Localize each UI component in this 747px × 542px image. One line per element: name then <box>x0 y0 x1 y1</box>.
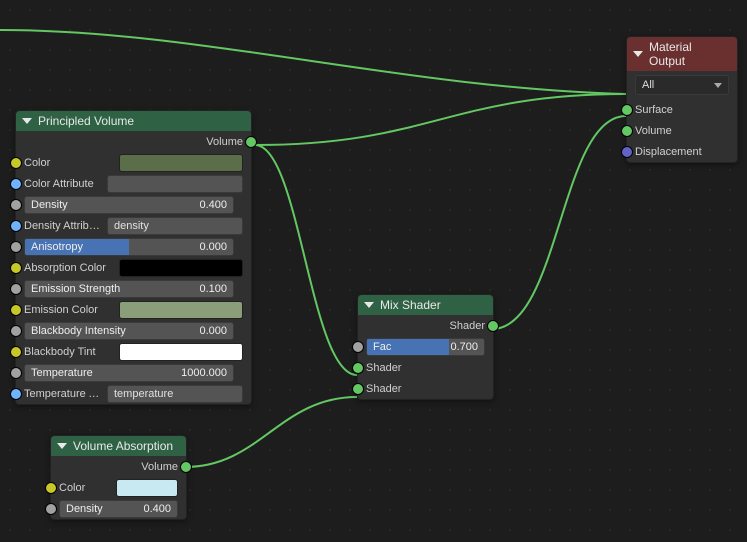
node-title: Volume Absorption <box>73 439 173 453</box>
output-volume: Volume <box>16 131 251 152</box>
node-title: Principled Volume <box>38 114 134 128</box>
input-absorption-color: Absorption Color <box>16 257 251 278</box>
node-header[interactable]: Principled Volume <box>16 111 251 131</box>
dropdown-value: All <box>642 79 654 91</box>
density-slider[interactable]: Density 0.400 <box>24 196 234 214</box>
input-color-attribute: Color Attribute <box>16 173 251 194</box>
input-density: Density 0.400 <box>16 194 251 215</box>
socket-in[interactable] <box>10 220 22 232</box>
text-input[interactable] <box>107 175 243 193</box>
socket-in[interactable] <box>10 367 22 379</box>
node-title: Material Output <box>649 40 731 68</box>
socket-in-volume[interactable] <box>621 125 633 137</box>
socket-in[interactable] <box>45 503 57 515</box>
socket-out-volume[interactable] <box>245 136 257 148</box>
input-shader-1: Shader <box>358 357 493 378</box>
node-material-output[interactable]: Material Output All Surface Volume Displ… <box>626 36 738 163</box>
input-emission-color: Emission Color <box>16 299 251 320</box>
anisotropy-slider[interactable]: Anisotropy 0.000 <box>24 238 234 256</box>
output-shader: Shader <box>358 315 493 336</box>
node-title: Mix Shader <box>380 298 441 312</box>
socket-in-color[interactable] <box>10 157 22 169</box>
blackbody-intensity-slider[interactable]: Blackbody Intensity 0.000 <box>24 322 234 340</box>
chevron-down-icon <box>714 83 722 88</box>
node-header[interactable]: Material Output <box>627 37 737 71</box>
socket-in[interactable] <box>10 346 22 358</box>
socket-in-shader[interactable] <box>352 383 364 395</box>
socket-out-volume[interactable] <box>180 461 192 473</box>
chevron-down-icon[interactable] <box>22 118 32 124</box>
text-input[interactable]: density <box>107 217 243 235</box>
color-swatch[interactable] <box>119 301 243 319</box>
output-volume: Volume <box>51 456 186 477</box>
socket-in[interactable] <box>45 482 57 494</box>
input-temperature-attribute: Temperature A.. temperature <box>16 383 251 404</box>
density-slider[interactable]: Density 0.400 <box>59 500 178 518</box>
input-volume: Volume <box>627 120 737 141</box>
input-density: Density 0.400 <box>51 498 186 519</box>
socket-in[interactable] <box>10 325 22 337</box>
input-fac: Fac 0.700 <box>358 336 493 357</box>
emission-strength-slider[interactable]: Emission Strength 0.100 <box>24 280 234 298</box>
node-mix-shader[interactable]: Mix Shader Shader Fac 0.700 Shader Shade… <box>357 294 494 400</box>
input-density-attribute: Density Attribu.. density <box>16 215 251 236</box>
target-dropdown[interactable]: All <box>635 75 729 95</box>
socket-in[interactable] <box>10 262 22 274</box>
socket-in-surface[interactable] <box>621 104 633 116</box>
temperature-slider[interactable]: Temperature 1000.000 <box>24 364 234 382</box>
socket-in[interactable] <box>352 341 364 353</box>
socket-in[interactable] <box>10 304 22 316</box>
socket-in[interactable] <box>10 388 22 400</box>
input-color: Color <box>51 477 186 498</box>
node-volume-absorption[interactable]: Volume Absorption Volume Color Density 0… <box>50 435 187 520</box>
input-displacement: Displacement <box>627 141 737 162</box>
input-shader-2: Shader <box>358 378 493 399</box>
color-swatch[interactable] <box>119 154 243 172</box>
input-surface: Surface <box>627 99 737 120</box>
socket-in-displacement[interactable] <box>621 146 633 158</box>
node-principled-volume[interactable]: Principled Volume Volume Color Color Att… <box>15 110 252 405</box>
input-blackbody-intensity: Blackbody Intensity 0.000 <box>16 320 251 341</box>
socket-in[interactable] <box>10 178 22 190</box>
chevron-down-icon[interactable] <box>57 443 67 449</box>
socket-in[interactable] <box>10 283 22 295</box>
input-color: Color <box>16 152 251 173</box>
fac-slider[interactable]: Fac 0.700 <box>366 338 485 356</box>
input-temperature: Temperature 1000.000 <box>16 362 251 383</box>
color-swatch[interactable] <box>119 259 243 277</box>
color-swatch[interactable] <box>116 479 178 497</box>
input-blackbody-tint: Blackbody Tint <box>16 341 251 362</box>
socket-in[interactable] <box>10 241 22 253</box>
input-emission-strength: Emission Strength 0.100 <box>16 278 251 299</box>
socket-in-shader[interactable] <box>352 362 364 374</box>
chevron-down-icon[interactable] <box>364 302 374 308</box>
socket-in[interactable] <box>10 199 22 211</box>
socket-out-shader[interactable] <box>487 320 499 332</box>
node-header[interactable]: Mix Shader <box>358 295 493 315</box>
text-input[interactable]: temperature <box>107 385 243 403</box>
chevron-down-icon[interactable] <box>633 51 643 57</box>
color-swatch[interactable] <box>119 343 243 361</box>
input-anisotropy: Anisotropy 0.000 <box>16 236 251 257</box>
node-header[interactable]: Volume Absorption <box>51 436 186 456</box>
